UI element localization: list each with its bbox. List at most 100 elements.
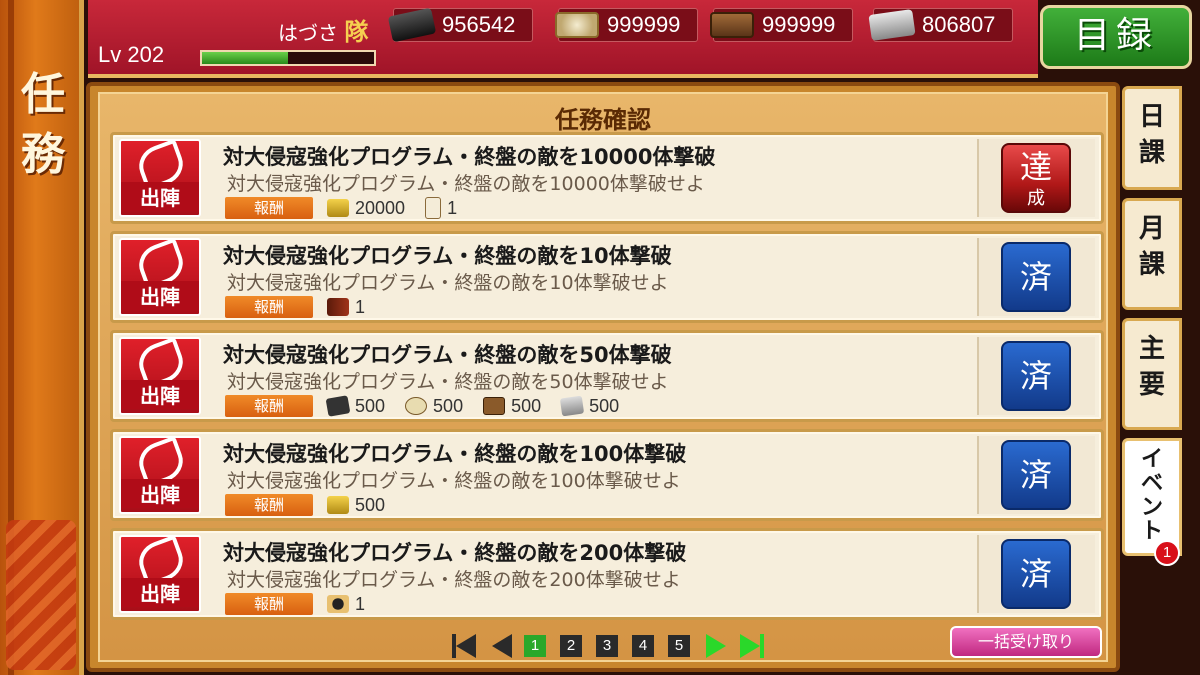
mission-row[interactable]: 出陣 対大侵寇強化プログラム・終盤の敵を10体撃破 対大侵寇強化プログラム・終盤…	[110, 231, 1104, 323]
sortie-label: 出陣	[121, 281, 199, 310]
reward-tag: 報酬	[225, 494, 313, 516]
resource-wood: 956542	[387, 7, 533, 43]
panel-title: 任務確認	[555, 105, 651, 134]
tab-label: 課	[1138, 138, 1165, 168]
mission-panel-inner: 任務確認 出陣 対大侵寇強化プログラム・終盤の敵を10000体撃破 対大侵寇強化…	[98, 92, 1108, 662]
resource-box: 999999	[710, 8, 853, 42]
tab-event[interactable]: イ ベ ン ト	[1122, 438, 1182, 556]
tab-label: 月	[1138, 214, 1165, 244]
box-icon	[710, 12, 754, 38]
mission-row[interactable]: 出陣 対大侵寇強化プログラム・終盤の敵を50体撃破 対大侵寇強化プログラム・終盤…	[110, 330, 1104, 422]
character-icon	[327, 595, 349, 613]
reward-item: 1	[327, 297, 365, 318]
mission-status: 済	[977, 436, 1095, 514]
mission-row[interactable]: 出陣 対大侵寇強化プログラム・終盤の敵を200体撃破 対大侵寇強化プログラム・終…	[110, 528, 1104, 620]
page-1[interactable]: 1	[524, 635, 546, 657]
mission-row[interactable]: 出陣 対大侵寇強化プログラム・終盤の敵を100体撃破 対大侵寇強化プログラム・終…	[110, 429, 1104, 521]
tab-main[interactable]: 主 要	[1122, 318, 1182, 430]
resource-value: 999999	[607, 12, 681, 37]
page-2[interactable]: 2	[560, 635, 582, 657]
mission-status: 達 成	[977, 139, 1095, 217]
sortie-label: 出陣	[121, 479, 199, 508]
reward-qty: 20000	[355, 197, 406, 218]
mission-title: 対大侵寇強化プログラム・終盤の敵を10体撃破	[223, 244, 672, 268]
team-name-text: はづさ	[278, 21, 338, 45]
tab-daily[interactable]: 日 課	[1122, 86, 1182, 190]
mission-status: 済	[977, 535, 1095, 613]
page-4[interactable]: 4	[632, 635, 654, 657]
header-bar: はづさ 隊 Lv 202 956542 999999 999999 806807	[88, 0, 1038, 78]
banner-title-line2: 務	[21, 129, 65, 180]
bulk-receive-button[interactable]: 一括受け取り	[950, 626, 1102, 658]
banner-title-line1: 任	[21, 69, 65, 120]
reward-item: 500	[327, 495, 385, 516]
gold-icon	[327, 199, 349, 217]
side-banner: 任 務	[0, 0, 84, 675]
sortie-type-badge: 出陣	[119, 336, 201, 415]
done-stamp: 済	[1001, 242, 1071, 312]
reward-row: 報酬 500 500 500 500	[225, 395, 639, 417]
stamp-text: 達	[1019, 148, 1052, 186]
pager: 1 2 3 4 5	[452, 632, 776, 660]
rice-icon	[555, 12, 599, 38]
next-page-button[interactable]	[704, 633, 730, 659]
reward-qty: 500	[355, 494, 386, 515]
box-icon	[483, 397, 506, 415]
resource-rice: 999999	[555, 8, 698, 42]
reward-tag: 報酬	[225, 197, 313, 219]
level-progress-fill	[202, 52, 288, 64]
reward-item: 1	[327, 594, 365, 615]
reward-row: 報酬 1	[225, 296, 385, 318]
mission-title: 対大侵寇強化プログラム・終盤の敵を10000体撃破	[223, 145, 716, 169]
achieved-stamp[interactable]: 達 成	[1001, 143, 1071, 213]
wood-icon	[387, 7, 437, 43]
page-5[interactable]: 5	[668, 635, 690, 657]
sortie-type-badge: 出陣	[119, 237, 201, 316]
mission-status: 済	[977, 238, 1095, 316]
prev-page-icon	[492, 634, 512, 658]
sortie-label: 出陣	[121, 182, 199, 211]
stamp-subtext: 成	[1027, 188, 1045, 209]
tab-label: 課	[1138, 250, 1165, 280]
mission-row[interactable]: 出陣 対大侵寇強化プログラム・終盤の敵を10000体撃破 対大侵寇強化プログラム…	[110, 132, 1104, 224]
tab-label: ベ	[1140, 470, 1163, 496]
reward-item: 500	[483, 396, 541, 417]
first-page-button[interactable]	[452, 633, 478, 659]
sortie-label: 出陣	[121, 578, 199, 607]
resource-steel: 806807	[868, 8, 1013, 42]
resource-value: 806807	[922, 12, 996, 37]
done-stamp: 済	[1001, 341, 1071, 411]
page-3[interactable]: 3	[596, 635, 618, 657]
tab-label: イ	[1140, 446, 1163, 472]
reward-qty: 500	[355, 395, 386, 416]
catalog-button[interactable]: 目録	[1040, 5, 1192, 69]
mission-desc: 対大侵寇強化プログラム・終盤の敵を100体撃破せよ	[227, 470, 681, 492]
done-stamp: 済	[1001, 539, 1071, 609]
banner-title: 任 務	[14, 65, 72, 185]
mission-title: 対大侵寇強化プログラム・終盤の敵を100体撃破	[223, 442, 687, 466]
scroll-icon	[425, 197, 442, 219]
mission-desc: 対大侵寇強化プログラム・終盤の敵を10000体撃破せよ	[227, 173, 705, 195]
tab-label: ン	[1140, 494, 1163, 520]
resource-value: 999999	[762, 12, 836, 37]
sortie-label: 出陣	[121, 380, 199, 409]
tab-label: ト	[1140, 518, 1163, 544]
reward-qty: 500	[511, 395, 542, 416]
reward-qty: 500	[589, 395, 620, 416]
steel-icon	[868, 9, 916, 41]
resource-value: 956542	[442, 12, 516, 37]
done-stamp: 済	[1001, 440, 1071, 510]
level-label: Lv 202	[98, 42, 165, 67]
tab-label: 日	[1138, 102, 1165, 132]
mission-status: 済	[977, 337, 1095, 415]
rope-decoration	[6, 520, 76, 670]
prev-page-button[interactable]	[488, 633, 514, 659]
tab-monthly[interactable]: 月 課	[1122, 198, 1182, 310]
last-page-bar	[760, 634, 764, 658]
first-page-icon	[456, 634, 476, 658]
event-badge: 1	[1154, 540, 1180, 566]
reward-item: 500	[559, 395, 620, 417]
mission-title: 対大侵寇強化プログラム・終盤の敵を50体撃破	[223, 343, 672, 367]
level-progress-bar	[200, 50, 376, 66]
last-page-button[interactable]	[740, 633, 766, 659]
